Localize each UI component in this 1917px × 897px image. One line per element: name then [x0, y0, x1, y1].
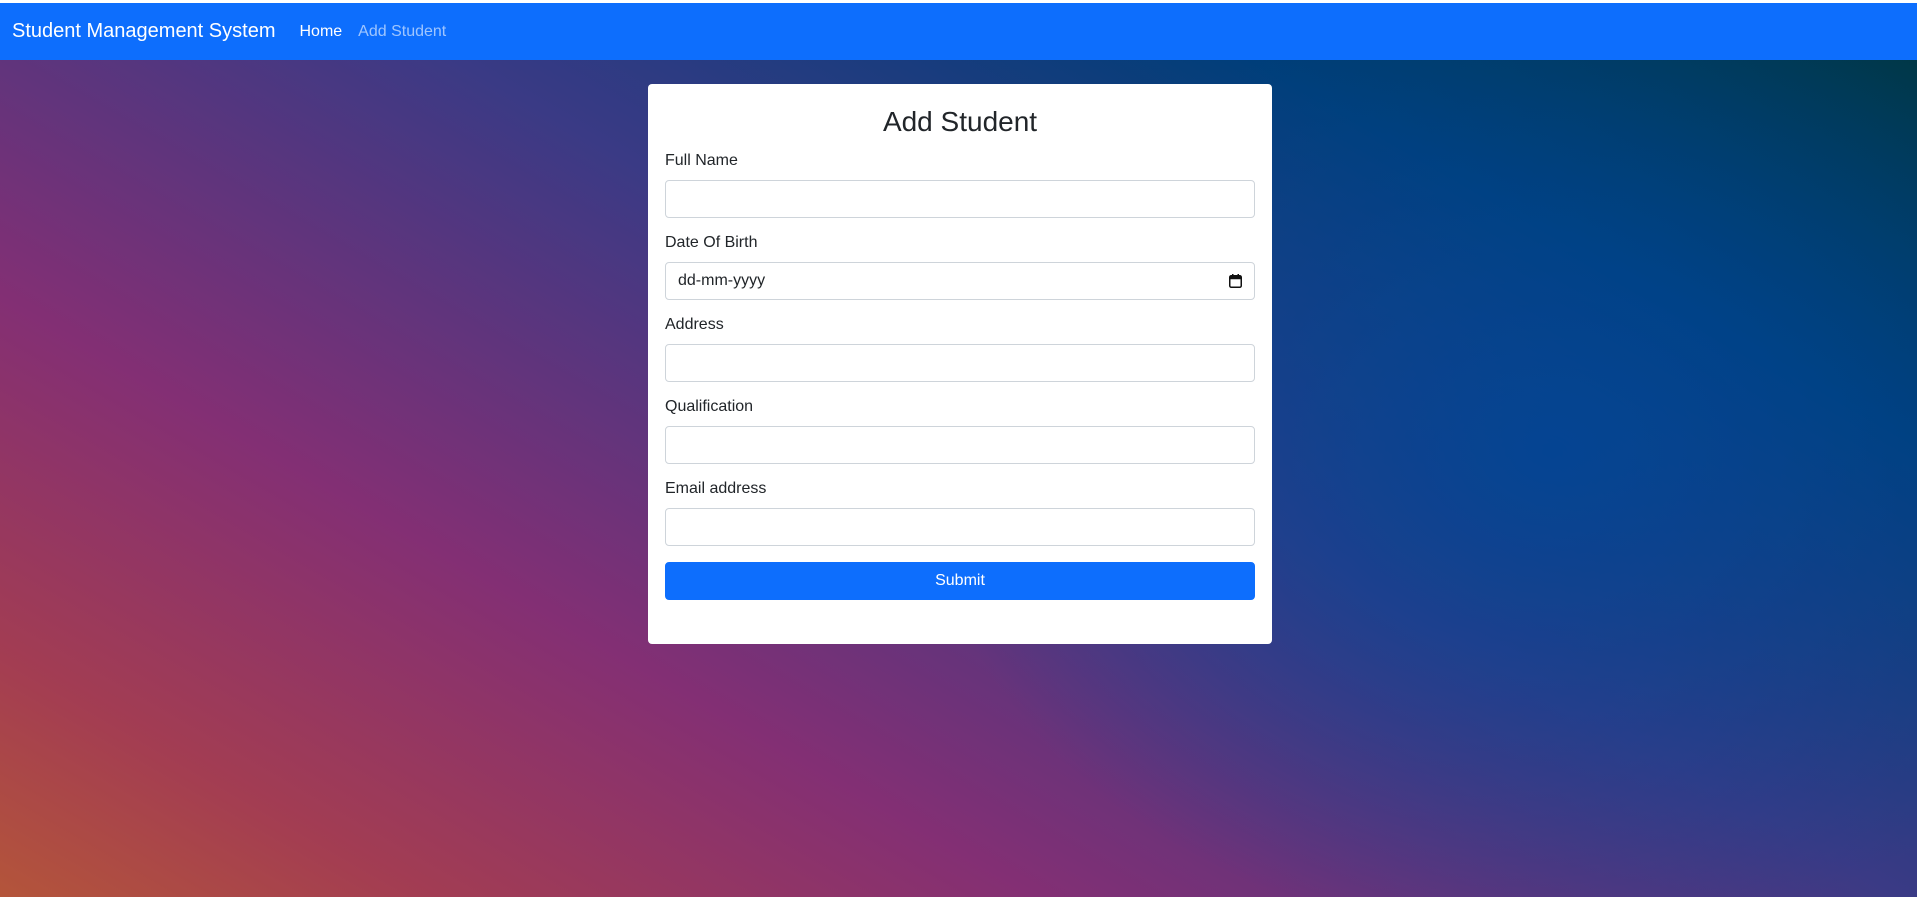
dob-group: Date Of Birth dd-mm-yyyy: [665, 234, 1255, 300]
navbar: Student Management System Home Add Stude…: [0, 3, 1917, 60]
dob-label: Date Of Birth: [665, 234, 758, 251]
qualification-group: Qualification: [665, 398, 1255, 464]
email-input[interactable]: [665, 508, 1255, 546]
add-student-card: Add Student Full Name Date Of Birth dd-m…: [648, 84, 1272, 644]
email-label: Email address: [665, 480, 767, 497]
full-name-group: Full Name: [665, 152, 1255, 218]
dob-input[interactable]: dd-mm-yyyy: [665, 262, 1255, 300]
dob-placeholder: dd-mm-yyyy: [678, 272, 766, 289]
qualification-label: Qualification: [665, 398, 754, 415]
full-name-label: Full Name: [665, 152, 738, 169]
nav-link-add-student[interactable]: Add Student: [358, 23, 446, 41]
email-group: Email address: [665, 480, 1255, 546]
page: Student Management System Home Add Stude…: [0, 0, 1917, 897]
qualification-input[interactable]: [665, 426, 1255, 464]
calendar-icon[interactable]: [1229, 274, 1242, 288]
form-title: Add Student: [882, 106, 1038, 137]
address-input[interactable]: [665, 344, 1255, 382]
full-name-input[interactable]: [665, 180, 1255, 218]
submit-button[interactable]: Submit: [665, 562, 1255, 600]
address-label: Address: [665, 316, 724, 333]
nav-link-home[interactable]: Home: [299, 23, 342, 41]
navbar-brand[interactable]: Student Management System: [12, 20, 275, 43]
address-group: Address: [665, 316, 1255, 382]
